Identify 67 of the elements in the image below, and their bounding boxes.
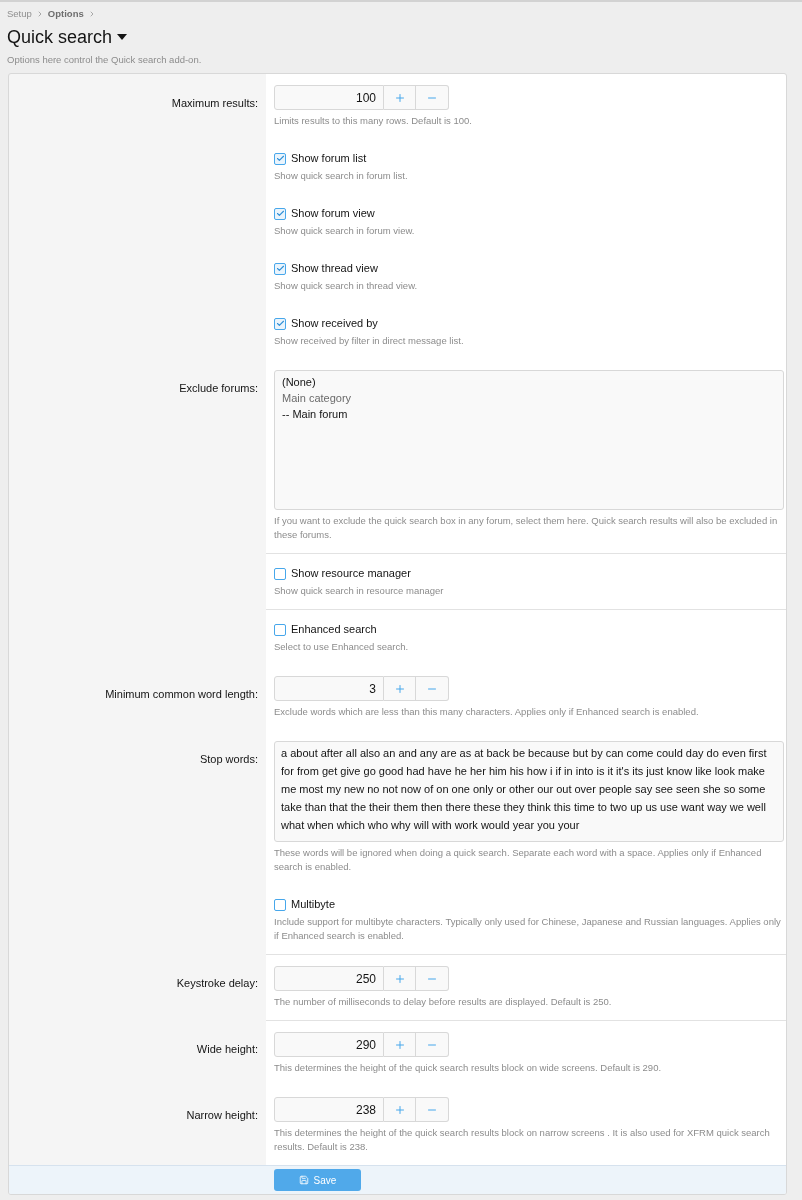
hint-text: This determines the height of the quick search results block on narrow screens . It is also used for XFRM quick search results. Default is 238. — [274, 1126, 771, 1154]
field-label: Maximum results: — [171, 97, 258, 109]
number-input[interactable]: 250 — [274, 966, 384, 991]
hint-text: Include support for multibyte characters. Typically only used for Chinese, Japanese and Russian languages. Applies only if Enhanced search is enabled. — [274, 915, 782, 943]
plus-icon — [393, 91, 406, 104]
plus-icon — [393, 1038, 406, 1051]
field-label: Keystroke delay: — [176, 977, 258, 989]
checkbox[interactable] — [274, 207, 286, 220]
hint-text: If you want to exclude the quick search box in any forum, select them here. Quick search results will also be excluded in these forums. — [274, 514, 779, 542]
increase-button[interactable] — [384, 676, 416, 701]
increase-button[interactable] — [384, 1097, 416, 1122]
field-label: Wide height: — [196, 1043, 258, 1055]
field-label: Narrow height: — [186, 1109, 258, 1121]
hint-text: Limits results to this many rows. Default is 100. — [274, 114, 473, 128]
check-icon — [275, 319, 285, 328]
checkbox[interactable] — [274, 262, 286, 275]
decrease-button[interactable] — [416, 85, 449, 110]
decrease-button[interactable] — [416, 966, 449, 991]
text-area[interactable]: a about after all also an and any are as at back be because but by can come could day do even first for from get give go good had have he her him his how i if in into is it it's its just know like look make me most my new no not now of on one only or other our out over people say see seen she so some take than that the their them then there these they think this time to two up us use want way we well what when which who why will with work would year you your — [274, 741, 784, 842]
checkbox-label[interactable]: Show forum list — [291, 151, 367, 166]
check-icon — [275, 154, 285, 163]
increase-button[interactable] — [384, 85, 416, 110]
check-icon — [275, 209, 285, 218]
field-label: Stop words: — [199, 753, 258, 765]
breadcrumb-link[interactable]: Options — [47, 8, 84, 20]
checkbox-label[interactable]: Show received by — [291, 316, 378, 331]
hint-text: Show quick search in thread view. — [274, 279, 419, 293]
checkbox[interactable] — [274, 623, 286, 636]
hint-text: This determines the height of the quick search results block on wide screens. Default is 290. — [274, 1061, 663, 1075]
checkbox[interactable] — [274, 567, 286, 580]
hint-text: The number of milliseconds to delay before results are displayed. Default is 250. — [274, 995, 613, 1009]
checkbox-label[interactable]: Show thread view — [291, 261, 378, 276]
page-description: Options here control the Quick search add-on. — [7, 53, 203, 66]
check-icon — [275, 264, 285, 273]
checkbox-label[interactable]: Enhanced search — [291, 622, 377, 637]
decrease-button[interactable] — [416, 1097, 449, 1122]
hint-text: Show quick search in resource manager — [274, 584, 445, 598]
number-input[interactable]: 100 — [274, 85, 384, 110]
plus-icon — [393, 682, 406, 695]
decrease-button[interactable] — [416, 676, 449, 701]
save-icon — [298, 1175, 309, 1185]
hint-text: Show received by filter in direct message list. — [274, 334, 465, 348]
checkbox[interactable] — [274, 317, 286, 330]
field-label: Minimum common word length: — [105, 688, 258, 700]
checkbox-label[interactable]: Multibyte — [291, 897, 336, 912]
checkbox[interactable] — [274, 898, 286, 911]
list-option[interactable]: (None) — [282, 374, 776, 390]
hint-text: These words will be ignored when doing a quick search. Separate each word with a space. Applies only if Enhanced search is enabled. — [274, 846, 763, 874]
increase-button[interactable] — [384, 1032, 416, 1057]
number-input[interactable]: 238 — [274, 1097, 384, 1122]
decrease-button[interactable] — [416, 1032, 449, 1057]
hint-text: Select to use Enhanced search. — [274, 640, 410, 654]
caret-down-icon[interactable] — [117, 34, 128, 40]
list-option[interactable]: -- Main forum — [282, 406, 776, 422]
hint-text: Show quick search in forum list. — [274, 169, 409, 183]
checkbox-label[interactable]: Show resource manager — [291, 566, 411, 581]
number-input[interactable]: 3 — [274, 676, 384, 701]
checkbox[interactable] — [274, 152, 286, 165]
increase-button[interactable] — [384, 966, 416, 991]
field-label: Exclude forums: — [179, 382, 258, 394]
hint-text: Show quick search in forum view. — [274, 224, 416, 238]
page-title: Quick search — [7, 26, 113, 48]
number-input[interactable]: 290 — [274, 1032, 384, 1057]
plus-icon — [393, 1103, 406, 1116]
checkbox-label[interactable]: Show forum view — [291, 206, 375, 221]
hint-text: Exclude words which are less than this many characters. Applies only if Enhanced search is enabled. — [274, 705, 700, 719]
plus-icon — [393, 972, 406, 985]
